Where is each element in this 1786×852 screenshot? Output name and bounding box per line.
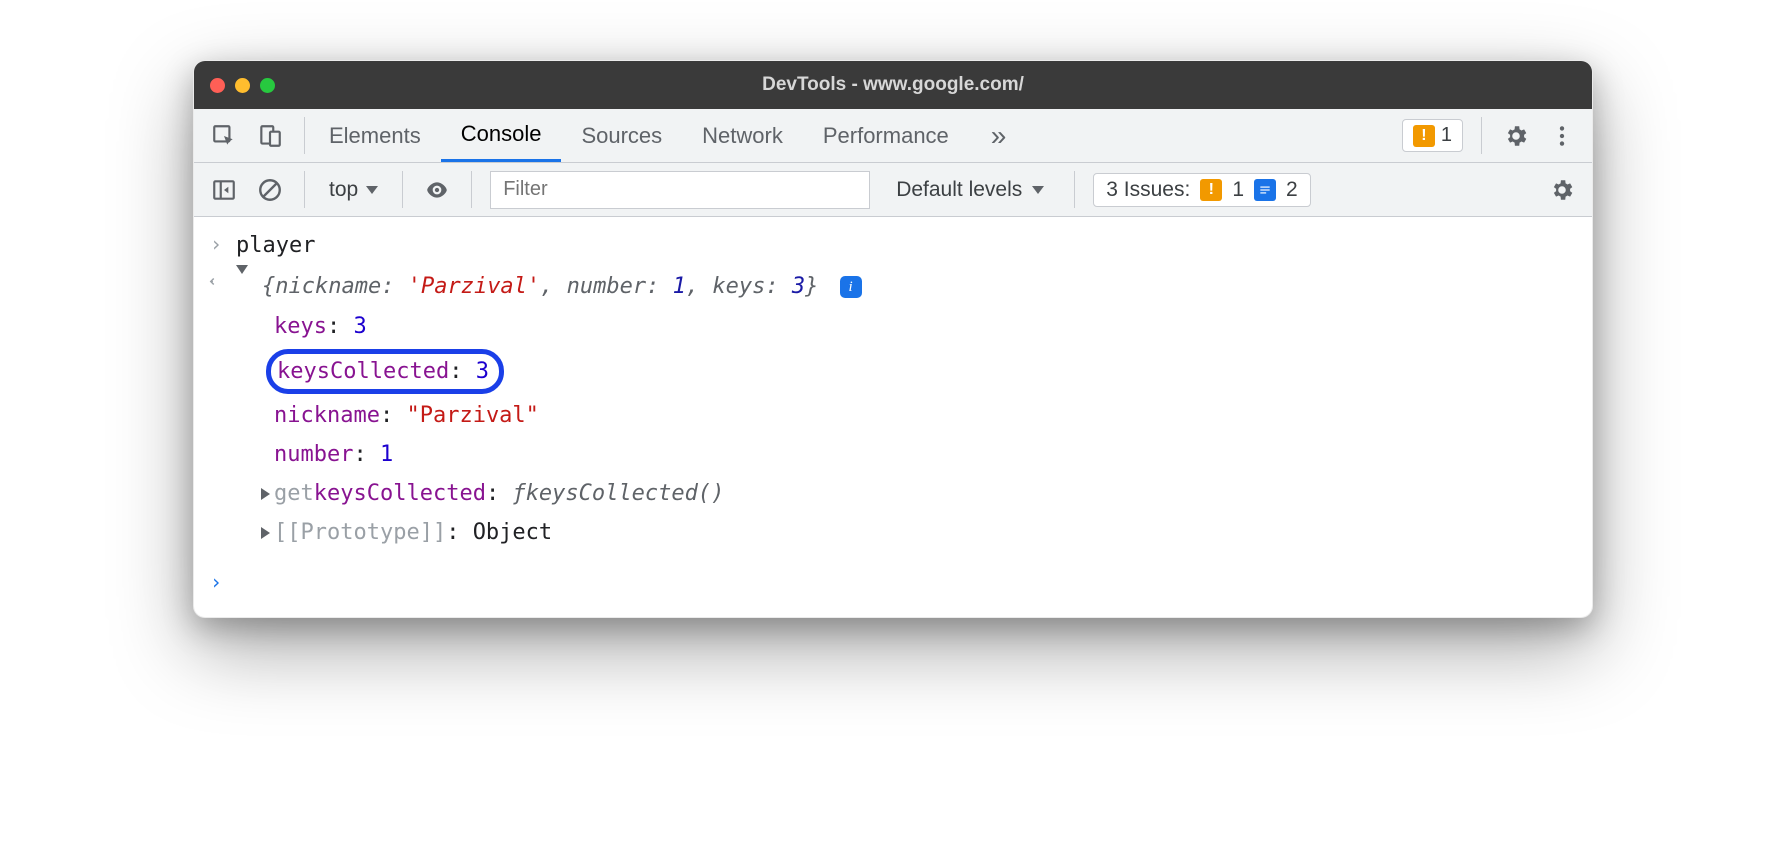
function-name: keysCollected()	[526, 476, 725, 511]
chevron-right-icon: ›	[206, 566, 226, 598]
titlebar: DevTools - www.google.com/	[194, 61, 1592, 109]
separator	[304, 171, 305, 208]
disclosure-triangle-right-icon[interactable]	[256, 488, 274, 500]
chevron-down-icon	[366, 186, 378, 194]
tab-performance[interactable]: Performance	[803, 109, 969, 162]
console-body: › player {nickname: 'Parzival', number: …	[194, 217, 1592, 617]
separator	[304, 117, 305, 154]
warning-icon: !	[1413, 125, 1435, 147]
execution-context-selector[interactable]: top	[323, 178, 384, 202]
issues-warn-count: 1	[1232, 178, 1244, 202]
kebab-menu-icon[interactable]	[1546, 120, 1578, 152]
warning-icon: !	[1200, 179, 1222, 201]
info-icon[interactable]: i	[840, 276, 862, 298]
devtools-tabbar: Elements Console Sources Network Perform…	[194, 109, 1592, 163]
property-value: "Parzival"	[406, 398, 538, 433]
tab-network[interactable]: Network	[682, 109, 803, 162]
getter-key: keysCollected	[314, 476, 486, 511]
console-prompt-row[interactable]: ›	[206, 563, 1580, 601]
object-properties-tree: keys: 3 keysCollected: 3 nickname: "Parz…	[206, 307, 1580, 552]
property-value: 1	[380, 437, 393, 472]
prototype-row[interactable]: [[Prototype]]: Object	[256, 513, 1580, 552]
property-key: number	[274, 437, 353, 472]
function-glyph: ƒ	[512, 476, 525, 511]
property-value: 3	[476, 354, 489, 389]
devtools-window: DevTools - www.google.com/ Elements Cons…	[193, 60, 1593, 618]
issues-counter[interactable]: 3 Issues: ! 1 2	[1093, 173, 1310, 207]
disclosure-triangle-right-icon[interactable]	[256, 527, 274, 539]
console-result-row: {nickname: 'Parzival', number: 1, keys: …	[206, 266, 1580, 307]
property-row[interactable]: nickname: "Parzival"	[256, 396, 1580, 435]
property-value: 3	[353, 309, 366, 344]
console-toolbar: top Default levels 3 Issues: ! 1 2	[194, 163, 1592, 217]
device-toggle-icon[interactable]	[254, 120, 286, 152]
window-title: DevTools - www.google.com/	[194, 74, 1592, 96]
property-row[interactable]: number: 1	[256, 435, 1580, 474]
chevron-right-icon: ›	[206, 228, 226, 260]
issues-info-count: 2	[1286, 178, 1298, 202]
issues-label: 3 Issues:	[1106, 178, 1190, 202]
property-row[interactable]: keys: 3	[256, 307, 1580, 346]
property-key: [[Prototype]]	[274, 515, 446, 550]
chevron-down-icon	[1032, 186, 1044, 194]
property-key: keysCollected	[277, 354, 449, 389]
console-filter-input[interactable]	[490, 171, 870, 209]
settings-icon[interactable]	[1500, 120, 1532, 152]
levels-label: Default levels	[896, 178, 1022, 202]
live-expression-icon[interactable]	[421, 174, 453, 206]
tab-console[interactable]: Console	[441, 109, 562, 162]
console-settings-icon[interactable]	[1546, 174, 1578, 206]
info-icon	[1254, 179, 1276, 201]
more-tabs-button[interactable]: »	[969, 109, 1023, 162]
console-input-text[interactable]: player	[236, 228, 315, 263]
object-preview[interactable]: {nickname: 'Parzival', number: 1, keys: …	[262, 269, 862, 304]
top-issues-count: 1	[1441, 124, 1452, 147]
separator	[471, 171, 472, 208]
property-key: nickname	[274, 398, 380, 433]
context-label: top	[329, 178, 358, 202]
tab-elements[interactable]: Elements	[309, 109, 441, 162]
property-key: keys	[274, 309, 327, 344]
highlight-ring: keysCollected: 3	[266, 349, 504, 394]
inspect-element-icon[interactable]	[208, 120, 240, 152]
panel-tabs: Elements Console Sources Network Perform…	[309, 109, 969, 162]
separator	[402, 171, 403, 208]
clear-console-icon[interactable]	[254, 174, 286, 206]
return-arrow-icon	[206, 269, 226, 301]
console-input-row: › player	[206, 225, 1580, 266]
property-value: Object	[473, 515, 552, 550]
console-sidebar-toggle-icon[interactable]	[208, 174, 240, 206]
tab-sources[interactable]: Sources	[561, 109, 682, 162]
disclosure-triangle-down-icon[interactable]	[236, 269, 248, 304]
getter-row[interactable]: get keysCollected: ƒ keysCollected()	[256, 474, 1580, 513]
property-row-highlighted[interactable]: keysCollected: 3	[256, 347, 1580, 396]
log-levels-selector[interactable]: Default levels	[884, 171, 1056, 209]
top-issues-badge[interactable]: ! 1	[1402, 119, 1463, 152]
separator	[1481, 117, 1482, 154]
separator	[1074, 171, 1075, 208]
getter-prefix: get	[274, 476, 314, 511]
